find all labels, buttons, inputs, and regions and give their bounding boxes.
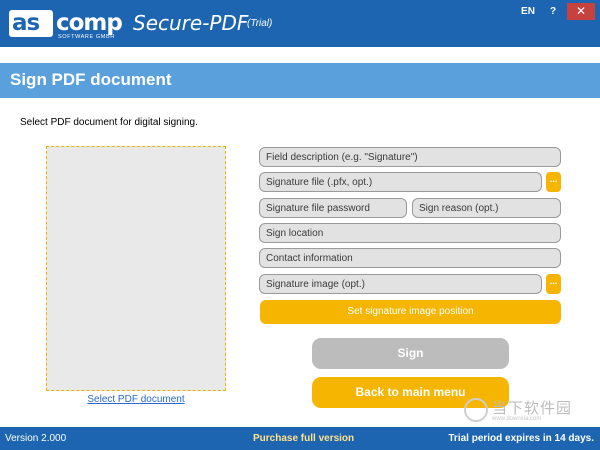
- logo-brand-as: as: [12, 10, 40, 36]
- signature-file-input[interactable]: [259, 172, 542, 192]
- browse-signature-file-button[interactable]: ...: [546, 172, 561, 192]
- watermark-logo-icon: [464, 398, 488, 422]
- set-signature-position-button[interactable]: Set signature image position: [260, 300, 561, 324]
- sign-reason-input[interactable]: [412, 198, 561, 218]
- help-button[interactable]: ?: [543, 3, 563, 20]
- sign-location-input[interactable]: [259, 223, 561, 243]
- browse-signature-image-button[interactable]: ...: [546, 274, 561, 294]
- trial-status: Trial period expires in 14 days.: [448, 433, 594, 444]
- close-button[interactable]: ✕: [567, 3, 595, 20]
- watermark: 当下软件园 www.downxia.com: [464, 398, 584, 422]
- version-label: Version 2.000: [5, 433, 67, 444]
- page-header: Sign PDF document: [0, 63, 600, 98]
- page-title: Sign PDF document: [10, 70, 172, 89]
- ascomp-logo: as comp SOFTWARE GMBH: [9, 10, 124, 41]
- language-button[interactable]: EN: [517, 3, 539, 20]
- signature-password-input[interactable]: [259, 198, 407, 218]
- select-pdf-link[interactable]: Select PDF document: [46, 393, 226, 406]
- instruction-text: Select PDF document for digital signing.: [20, 117, 198, 128]
- logo-mark: as: [9, 10, 53, 37]
- app-title: Secure-PDF: [133, 11, 249, 35]
- field-description-input[interactable]: [259, 147, 561, 167]
- signature-image-input[interactable]: [259, 274, 542, 294]
- pdf-drop-area[interactable]: [46, 146, 226, 391]
- status-bar: Version 2.000 Purchase full version Tria…: [0, 427, 600, 450]
- purchase-link[interactable]: Purchase full version: [253, 432, 354, 445]
- trial-label: (Trial): [247, 18, 273, 29]
- title-bar: as comp SOFTWARE GMBH Secure-PDF (Trial)…: [0, 0, 600, 47]
- logo-brand-comp: comp: [56, 10, 123, 36]
- watermark-url: www.downxia.com: [492, 416, 542, 422]
- sign-button[interactable]: Sign: [312, 338, 509, 369]
- contact-information-input[interactable]: [259, 248, 561, 268]
- logo-subtitle: SOFTWARE GMBH: [58, 34, 115, 40]
